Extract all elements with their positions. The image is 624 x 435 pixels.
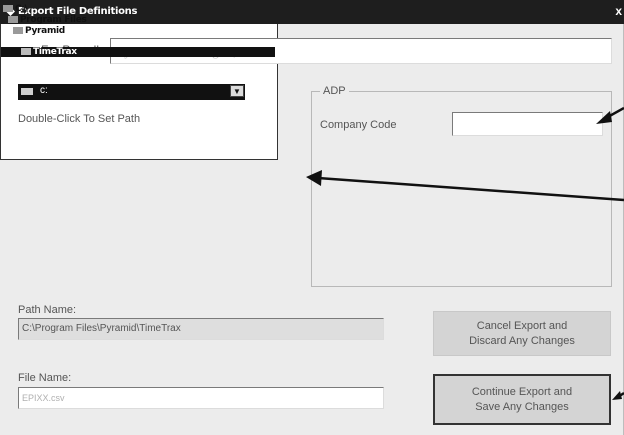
callout-arrow-timetrax [306, 170, 624, 202]
callout-arrows [306, 106, 624, 400]
callout-arrow-continue [612, 391, 624, 400]
callout-arrow-company-code [596, 106, 624, 124]
